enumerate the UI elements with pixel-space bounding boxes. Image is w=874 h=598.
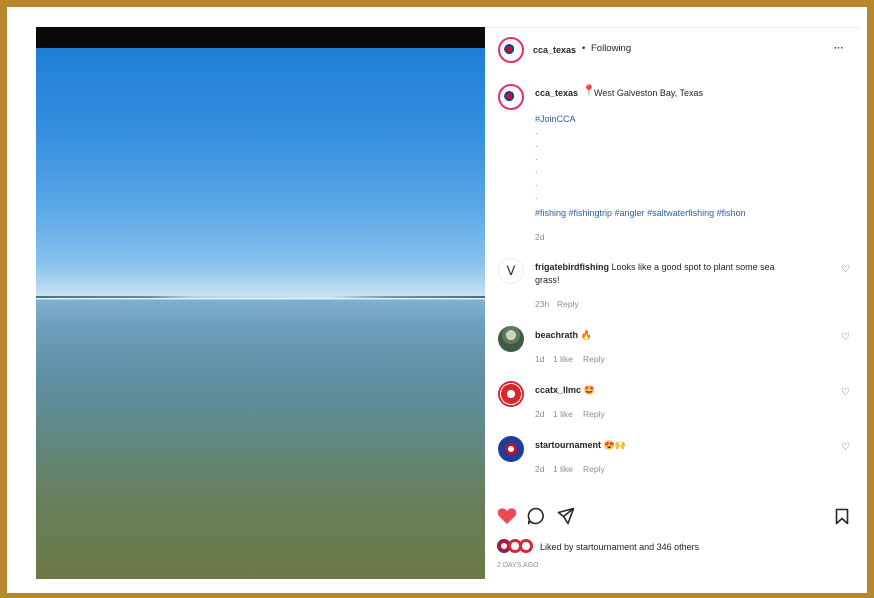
reply-button[interactable]: Reply: [583, 463, 605, 475]
comment-body: beachrath 🔥: [535, 329, 592, 341]
panel-top-border: [485, 27, 859, 28]
comment-time[interactable]: 2d: [535, 408, 544, 420]
comment-likes[interactable]: 1 like: [553, 408, 573, 420]
caption-dot: .: [535, 165, 538, 176]
comment-username[interactable]: ccatx_llmc: [535, 385, 581, 395]
header-separator: •: [582, 43, 586, 54]
like-heart-icon[interactable]: [497, 507, 517, 525]
liked-by-prefix: Liked by: [540, 542, 574, 552]
commenter-avatar[interactable]: [498, 326, 524, 352]
post-photo[interactable]: [36, 27, 485, 579]
liked-by-line: Liked by startournament and 346 others: [540, 541, 699, 553]
post-side-panel: cca_texas • Following ··· cca_texas 📍 We…: [485, 27, 859, 579]
caption-dot: .: [535, 152, 538, 163]
comment-body: startournament 😍🙌: [535, 439, 626, 451]
comment-username[interactable]: beachrath: [535, 330, 578, 340]
caption-avatar[interactable]: [498, 84, 524, 110]
share-icon[interactable]: [557, 507, 575, 525]
reply-button[interactable]: Reply: [557, 298, 579, 310]
comment-username[interactable]: startournament: [535, 440, 601, 450]
comment-likes[interactable]: 1 like: [553, 353, 573, 365]
more-options-icon[interactable]: ···: [834, 43, 844, 55]
comment-username[interactable]: frigatebirdfishing: [535, 262, 609, 272]
comment-likes[interactable]: 1 like: [553, 463, 573, 475]
reply-button[interactable]: Reply: [583, 353, 605, 365]
comment-icon[interactable]: [527, 507, 545, 525]
hashtag-joincca[interactable]: #JoinCCA: [535, 113, 576, 125]
frigatebird-icon: ᐯ: [506, 263, 516, 278]
comment-emoji: 🤩: [583, 385, 595, 395]
comment-like-heart-icon[interactable]: ♡: [841, 332, 850, 343]
comment-time[interactable]: 1d: [535, 353, 544, 365]
liked-by-user[interactable]: startournament: [576, 542, 637, 552]
comment-like-heart-icon[interactable]: ♡: [841, 442, 850, 453]
horizon-shoreline: [36, 296, 485, 298]
comment-emoji: 🔥: [580, 330, 592, 340]
liker-avatar[interactable]: [519, 539, 533, 553]
comment-text-continued: grass!: [535, 275, 560, 285]
post-date[interactable]: 2 DAYS AGO: [497, 560, 539, 572]
caption-username[interactable]: cca_texas: [535, 87, 578, 99]
comment-like-heart-icon[interactable]: ♡: [841, 264, 850, 275]
caption-time[interactable]: 2d: [535, 231, 544, 243]
header-avatar[interactable]: [498, 37, 524, 63]
caption-dot: .: [535, 191, 538, 202]
liked-by-count[interactable]: and 346 others: [639, 542, 699, 552]
caption-location[interactable]: West Galveston Bay, Texas: [594, 87, 703, 99]
comment-time[interactable]: 2d: [535, 463, 544, 475]
following-button[interactable]: Following: [591, 43, 631, 55]
comment-body: ccatx_llmc 🤩: [535, 384, 595, 396]
comment-emoji: 😍🙌: [603, 440, 626, 450]
comment-text: Looks like a good spot to plant some sea: [611, 262, 775, 272]
save-bookmark-icon[interactable]: [835, 508, 849, 525]
comment-body: frigatebirdfishing Looks like a good spo…: [535, 261, 775, 273]
comment-time[interactable]: 23h: [535, 298, 549, 310]
reply-button[interactable]: Reply: [583, 408, 605, 420]
caption-dot: .: [535, 178, 538, 189]
comment-like-heart-icon[interactable]: ♡: [841, 387, 850, 398]
caption-hashtags[interactable]: #fishing #fishingtrip #angler #saltwater…: [535, 207, 746, 219]
commenter-avatar[interactable]: [498, 381, 524, 407]
header-username[interactable]: cca_texas: [533, 44, 576, 56]
caption-dot: .: [535, 139, 538, 150]
caption-dot: .: [535, 126, 538, 137]
commenter-avatar[interactable]: ᐯ: [498, 258, 524, 284]
commenter-avatar[interactable]: [498, 436, 524, 462]
